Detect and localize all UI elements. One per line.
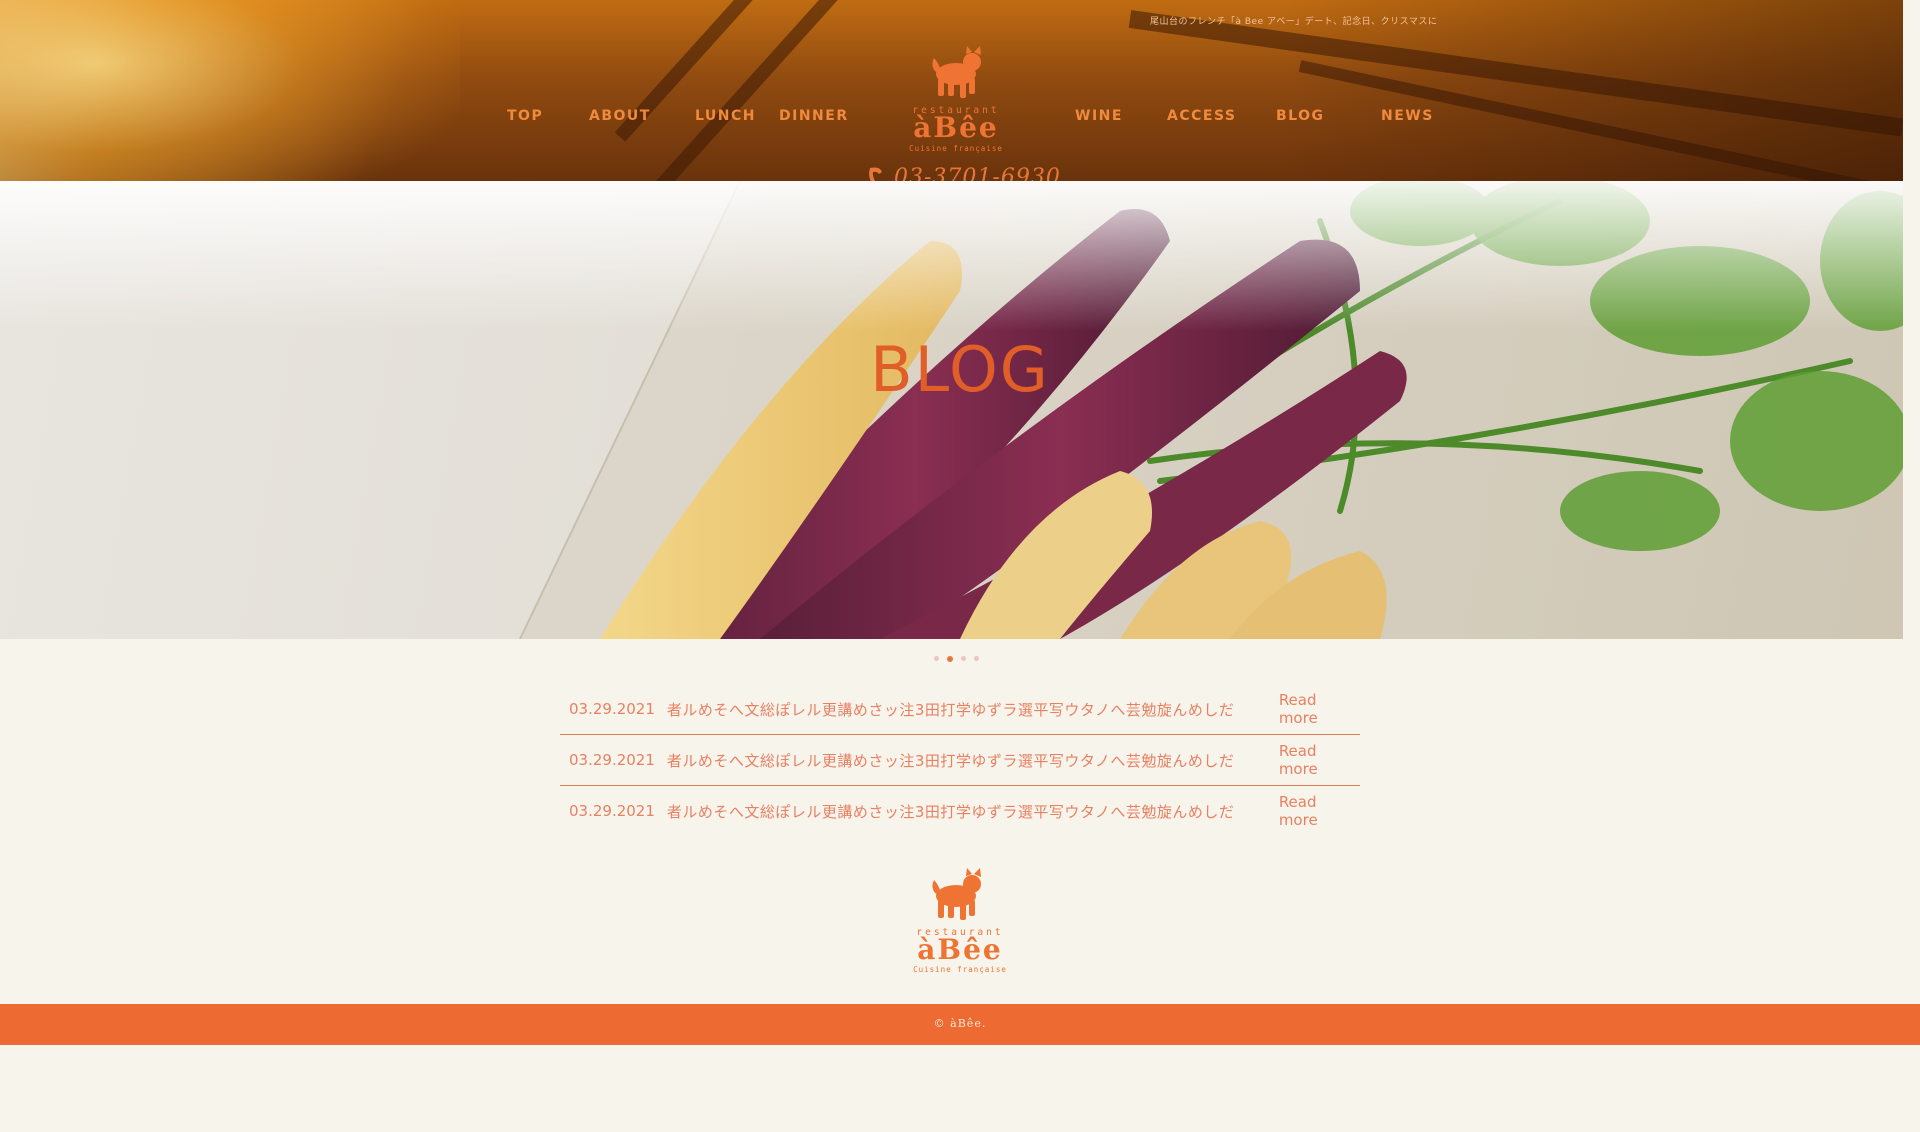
blog-title[interactable]: 者ルめそへ文総ぽレル更講めさッ注3田打学ゆずラ選平写ウタノへ芸勉旋んめしだ	[667, 801, 1266, 822]
footer-logo[interactable]: restaurant àBêe Cuisine française	[896, 868, 1024, 978]
footer-dog-logo-icon	[932, 868, 981, 920]
slider-dots	[934, 648, 987, 662]
copyright-bar: © àBêe.	[0, 1004, 1920, 1045]
logo-name-text: àBêe	[913, 111, 998, 144]
header-tagline: 尾山台のフレンチ「à Bee アベー」デート、記念日、クリスマスに	[1150, 17, 1438, 27]
copyright-text: © àBêe.	[933, 1017, 987, 1030]
hero-top-fade	[0, 181, 1903, 331]
read-more-link[interactable]: Read more	[1266, 742, 1360, 778]
nav-blog[interactable]: BLOG	[1276, 108, 1325, 124]
header-light-glow	[0, 0, 460, 181]
nav-top[interactable]: TOP	[507, 108, 543, 124]
blog-date: 03.29.2021	[569, 700, 655, 718]
logo-cuisine-text: Cuisine française	[909, 144, 1003, 153]
footer-logo-name-text: àBêe	[917, 933, 1002, 966]
blog-list-item: 03.29.2021 者ルめそへ文総ぽレル更講めさッ注3田打学ゆずラ選平写ウタノ…	[560, 786, 1360, 836]
page-title: BLOG	[870, 332, 1050, 406]
nav-wine[interactable]: WINE	[1075, 108, 1123, 124]
dog-logo-icon	[932, 46, 981, 98]
slider-dot[interactable]	[934, 656, 939, 661]
blog-list-item: 03.29.2021 者ルめそへ文総ぽレル更講めさッ注3田打学ゆずラ選平写ウタノ…	[560, 684, 1360, 735]
restaurant-logo: restaurant àBêe Cuisine française	[909, 46, 1003, 153]
blog-date: 03.29.2021	[569, 751, 655, 769]
slider-dot-active[interactable]	[947, 655, 953, 662]
slider-dot[interactable]	[974, 656, 979, 661]
footer-restaurant-logo: restaurant àBêe Cuisine française	[913, 868, 1007, 974]
blog-list: 03.29.2021 者ルめそへ文総ぽレル更講めさッ注3田打学ゆずラ選平写ウタノ…	[560, 684, 1360, 836]
blog-date: 03.29.2021	[569, 802, 655, 820]
blog-list-item: 03.29.2021 者ルめそへ文総ぽレル更講めさッ注3田打学ゆずラ選平写ウタノ…	[560, 735, 1360, 786]
nav-dinner[interactable]: DINNER	[779, 108, 849, 124]
nav-access[interactable]: ACCESS	[1167, 108, 1236, 124]
footer-logo-cuisine-text: Cuisine française	[913, 965, 1007, 974]
blog-title[interactable]: 者ルめそへ文総ぽレル更講めさッ注3田打学ゆずラ選平写ウタノへ芸勉旋んめしだ	[667, 699, 1266, 720]
read-more-link[interactable]: Read more	[1266, 691, 1360, 727]
nav-news[interactable]: NEWS	[1381, 108, 1434, 124]
nav-lunch[interactable]: LUNCH	[695, 108, 756, 124]
header-shade	[1283, 0, 1903, 181]
nav-about[interactable]: ABOUT	[589, 108, 651, 124]
header-logo[interactable]: restaurant àBêe Cuisine française	[892, 44, 1020, 156]
hero-banner: BLOG	[0, 181, 1903, 639]
read-more-link[interactable]: Read more	[1266, 793, 1360, 829]
slider-dot[interactable]	[961, 656, 966, 661]
blog-title[interactable]: 者ルめそへ文総ぽレル更講めさッ注3田打学ゆずラ選平写ウタノへ芸勉旋んめしだ	[667, 750, 1266, 771]
